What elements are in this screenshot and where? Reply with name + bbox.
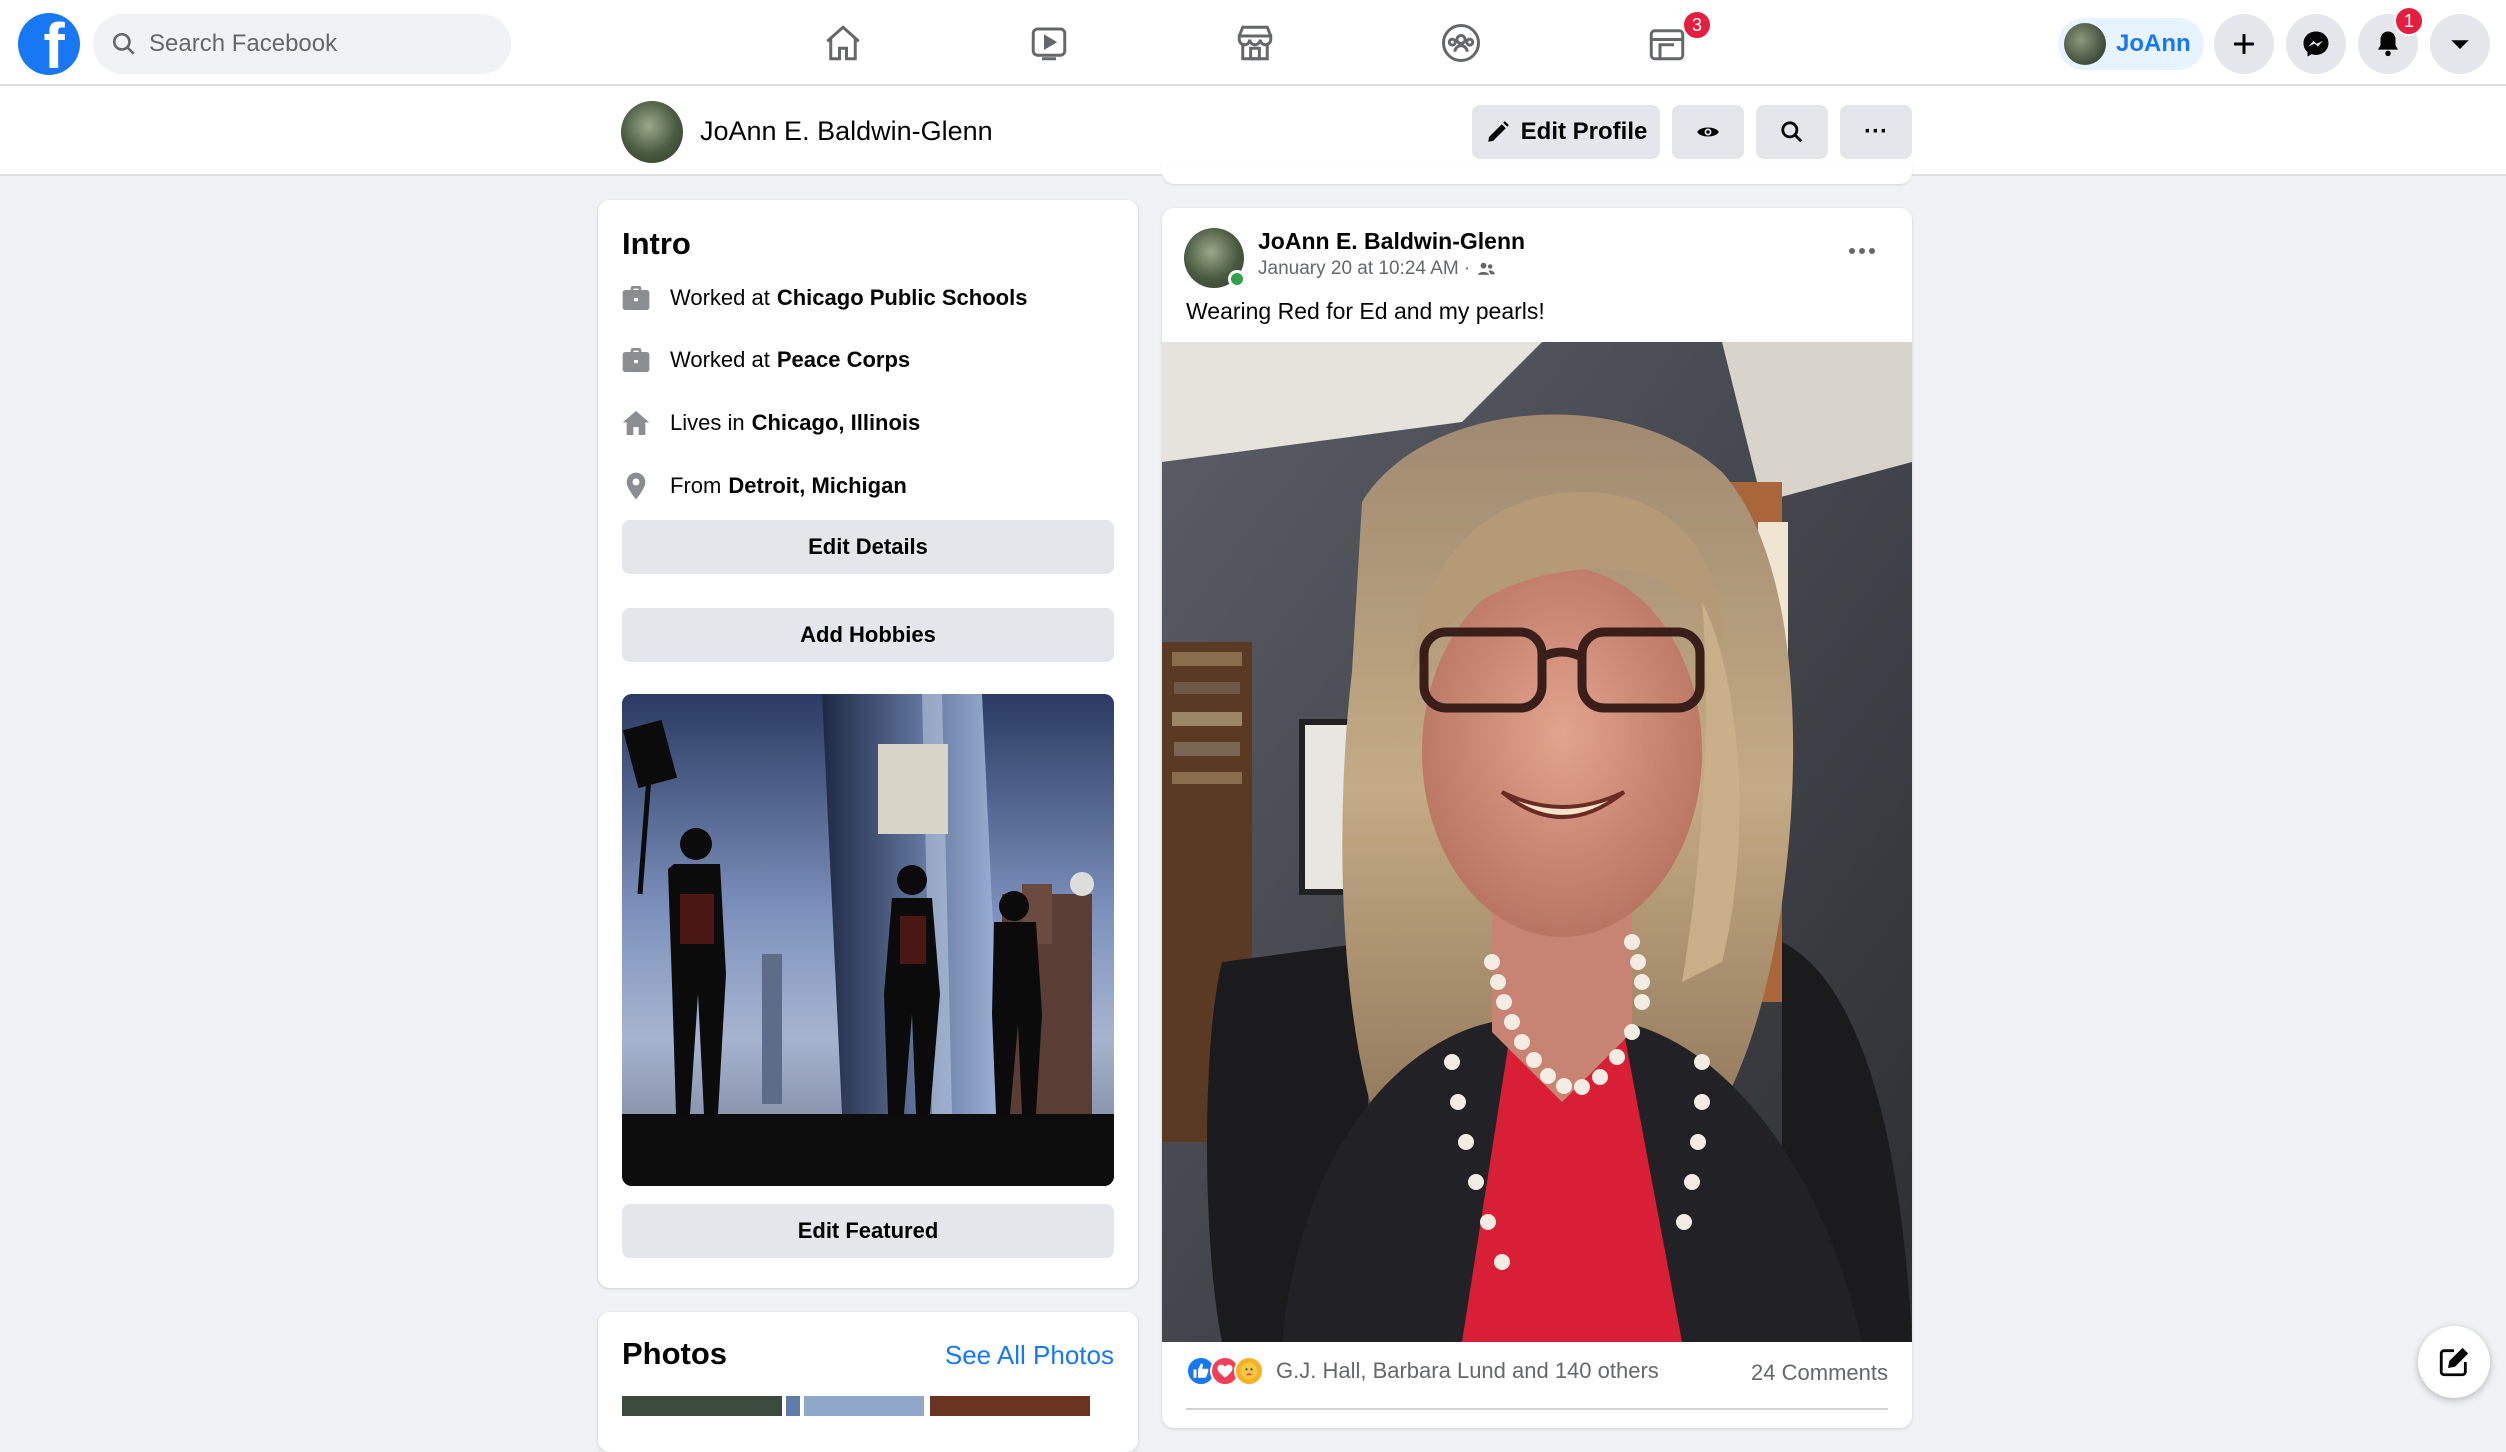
avatar[interactable] <box>621 101 683 163</box>
photo-thumbnail[interactable] <box>930 1396 1090 1416</box>
marketplace-icon <box>1237 25 1273 61</box>
notifications-badge: 1 <box>2394 6 2424 36</box>
comments-count[interactable]: 24 Comments <box>1751 1360 1888 1386</box>
tab-marketplace[interactable] <box>1170 0 1340 86</box>
featured-photo[interactable] <box>622 694 1114 1186</box>
reaction-names[interactable]: G.J. Hall, Barbara Lund and 140 others <box>1276 1358 1659 1384</box>
profile-search-button[interactable] <box>1756 105 1828 159</box>
intro-item-prefix: Lives in <box>670 410 745 435</box>
featured-photo-image <box>622 694 1114 1186</box>
tab-watch[interactable] <box>964 0 1134 86</box>
post-photo[interactable] <box>1162 342 1912 1342</box>
add-hobbies-button[interactable]: Add Hobbies <box>622 608 1114 662</box>
intro-item-value[interactable]: Chicago, Illinois <box>752 410 921 436</box>
more-dots-icon <box>1849 248 1875 254</box>
friends-audience-icon[interactable] <box>1476 259 1496 279</box>
new-message-button[interactable] <box>2418 1326 2490 1398</box>
create-button[interactable] <box>2214 14 2274 74</box>
intro-item-work-1: Worked at Chicago Public Schools <box>620 282 1027 314</box>
profile-subheader: JoAnn E. Baldwin-Glenn Edit Profile ··· <box>0 86 2506 176</box>
previous-card-edge <box>1162 164 1912 184</box>
photo-thumbnail[interactable] <box>786 1396 800 1416</box>
plus-icon <box>2234 34 2254 54</box>
account-menu-button[interactable] <box>2430 14 2490 74</box>
intro-item-prefix: Worked at <box>670 347 770 372</box>
search-icon <box>112 32 135 55</box>
briefcase-icon <box>622 286 650 310</box>
view-as-button[interactable] <box>1672 105 1744 159</box>
post-options-button[interactable] <box>1842 236 1882 266</box>
top-navigation-bar: f 3 JoAnn <box>0 0 2506 86</box>
notifications-button[interactable]: 1 <box>2358 6 2424 74</box>
compose-icon <box>2439 1347 2469 1377</box>
post-text: Wearing Red for Ed and my pearls! <box>1186 298 1545 324</box>
intro-item-value[interactable]: Chicago Public Schools <box>777 285 1028 311</box>
intro-item-value[interactable]: Detroit, Michigan <box>728 473 906 499</box>
intro-item-work-2: Worked at Peace Corps <box>620 344 910 376</box>
tab-gaming[interactable]: 3 <box>1582 0 1752 86</box>
reactions-summary[interactable]: G.J. Hall, Barbara Lund and 140 others <box>1186 1356 1659 1386</box>
watch-icon <box>1031 27 1067 61</box>
intro-card: Intro Worked at Chicago Public Schools W… <box>598 200 1138 1288</box>
edit-profile-label: Edit Profile <box>1520 118 1648 145</box>
post-meta: January 20 at 10:24 AM · <box>1258 258 1496 280</box>
photo-thumbnail[interactable] <box>804 1396 924 1416</box>
see-all-photos-link[interactable]: See All Photos <box>945 1340 1114 1371</box>
gaming-badge: 3 <box>1682 10 1712 40</box>
post-photo-image <box>1162 342 1912 1342</box>
intro-item-prefix: Worked at <box>670 285 770 310</box>
intro-item-from: From Detroit, Michigan <box>620 470 907 502</box>
online-status-dot <box>1228 270 1246 288</box>
edit-featured-button[interactable]: Edit Featured <box>622 1204 1114 1258</box>
location-pin-icon <box>626 472 646 500</box>
more-dots-icon: ··· <box>1864 118 1888 145</box>
facebook-logo-letter: f <box>43 13 65 75</box>
bell-icon <box>2378 31 2398 57</box>
facebook-logo[interactable]: f <box>18 13 80 75</box>
search-icon <box>1781 121 1803 143</box>
avatar <box>2064 23 2106 65</box>
pencil-icon <box>1487 121 1509 142</box>
edit-profile-button[interactable]: Edit Profile <box>1472 105 1660 159</box>
profile-shortcut[interactable]: JoAnn <box>2058 18 2204 70</box>
photos-card: Photos See All Photos <box>598 1312 1138 1452</box>
intro-item-lives: Lives in Chicago, Illinois <box>620 407 920 439</box>
post-author[interactable]: JoAnn E. Baldwin-Glenn <box>1258 228 1525 255</box>
tab-home[interactable] <box>758 0 928 86</box>
post-timestamp[interactable]: January 20 at 10:24 AM · <box>1258 258 1470 280</box>
search-input[interactable] <box>149 30 469 58</box>
tab-groups[interactable] <box>1376 0 1546 86</box>
profile-more-button[interactable]: ··· <box>1840 105 1912 159</box>
eye-icon <box>1697 127 1719 137</box>
groups-icon <box>1442 24 1480 62</box>
home-icon <box>826 25 860 61</box>
intro-item-prefix: From <box>670 473 722 498</box>
photos-title: Photos <box>622 1336 728 1371</box>
care-reaction-icon <box>1234 1356 1264 1386</box>
briefcase-icon <box>622 348 650 372</box>
home-icon <box>622 411 650 435</box>
messenger-button[interactable] <box>2286 14 2346 74</box>
post-card: JoAnn E. Baldwin-Glenn January 20 at 10:… <box>1162 208 1912 1428</box>
intro-item-value[interactable]: Peace Corps <box>777 347 910 373</box>
caret-down-icon <box>2451 40 2469 49</box>
messenger-icon <box>2303 31 2329 57</box>
search-box[interactable] <box>93 14 511 74</box>
profile-shortcut-label: JoAnn <box>2116 30 2191 57</box>
profile-name[interactable]: JoAnn E. Baldwin-Glenn <box>700 116 993 147</box>
edit-details-button[interactable]: Edit Details <box>622 520 1114 574</box>
intro-title: Intro <box>622 226 691 261</box>
photo-thumbnail[interactable] <box>622 1396 782 1416</box>
